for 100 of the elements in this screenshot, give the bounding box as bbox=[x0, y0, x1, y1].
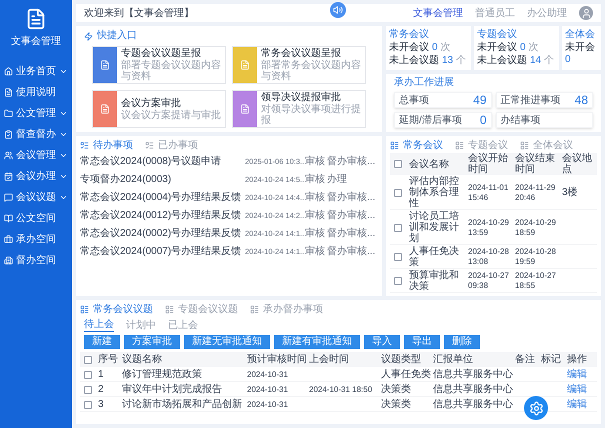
checkbox[interactable] bbox=[394, 253, 402, 261]
tab[interactable]: 常务会议 bbox=[390, 139, 443, 152]
table-cell-text: 讨论新市场拓展和产品创新 bbox=[122, 398, 243, 412]
edit-link[interactable]: 编辑 bbox=[567, 367, 593, 382]
role-link[interactable]: 普通员工 bbox=[475, 6, 515, 20]
shortcut-tile[interactable]: 会议方案审批 议会议方案提请与审批 bbox=[92, 90, 226, 128]
toolbar-button[interactable]: 删除 bbox=[444, 335, 480, 349]
checkbox[interactable] bbox=[394, 277, 402, 285]
subtab[interactable]: 已上会 bbox=[168, 319, 198, 332]
nav-icon bbox=[4, 109, 13, 118]
column-header: 会议结束时间 bbox=[515, 153, 556, 175]
bolt-icon bbox=[84, 32, 93, 40]
stat-unit: 个 bbox=[544, 55, 554, 67]
todo-title[interactable]: 常态会议2024(0007)号办理结果反馈 bbox=[80, 244, 243, 259]
progress-label: 办结事项 bbox=[500, 114, 540, 128]
nav-icon bbox=[4, 172, 13, 181]
subtab[interactable]: 待上会 bbox=[84, 319, 114, 332]
column-header: 会议开始时间 bbox=[468, 153, 509, 175]
tab[interactable]: 常务会议议题 bbox=[80, 303, 153, 316]
tab[interactable]: 承办督办事项 bbox=[250, 303, 323, 316]
tab[interactable]: 待办事项 bbox=[80, 139, 133, 152]
tab-icon bbox=[80, 305, 89, 314]
todo-type: 审核 bbox=[305, 208, 325, 223]
sidebar-item[interactable]: 会议议题 bbox=[0, 187, 72, 208]
progress-label: 总事项 bbox=[399, 94, 429, 108]
app-name: 文事会管理 bbox=[11, 34, 61, 49]
table-cell-text: 修订管理规范政策 bbox=[122, 368, 203, 382]
role-link[interactable]: 办公助理 bbox=[527, 6, 567, 20]
tab-icon bbox=[165, 305, 174, 314]
sidebar-item[interactable]: 督办空间 bbox=[0, 250, 72, 271]
progress-value: 0 bbox=[480, 113, 486, 127]
subtab[interactable]: 计划中 bbox=[126, 319, 156, 332]
nav-icon bbox=[4, 256, 13, 265]
todo-title[interactable]: 常态会议2024(0012)号办理结果反馈 bbox=[80, 208, 243, 223]
table-cell-text: 2024-11-29 20:46 bbox=[515, 182, 556, 202]
column-header: 预计审核时间 bbox=[247, 352, 308, 367]
toolbar-button[interactable]: 新建有审批通知 bbox=[274, 335, 360, 349]
checkbox[interactable] bbox=[84, 370, 92, 378]
todo-title[interactable]: 专项督办2024(0003) bbox=[80, 172, 243, 187]
tab[interactable]: 已办事项 bbox=[145, 139, 198, 152]
column-header: 汇报单位 bbox=[433, 352, 474, 367]
tab-icon bbox=[80, 141, 89, 150]
checkbox[interactable] bbox=[84, 400, 92, 408]
todo-type: 审核 bbox=[305, 172, 325, 187]
role-link[interactable]: 文事会管理 bbox=[413, 6, 463, 20]
todo-title[interactable]: 常态会议2024(0008)号议题申请 bbox=[80, 154, 243, 169]
sidebar-item[interactable]: 公文空间 bbox=[0, 208, 72, 229]
progress-value: 48 bbox=[574, 93, 588, 107]
todo-status: 督办审核... bbox=[327, 226, 376, 241]
tab[interactable]: 全体会议 bbox=[520, 139, 573, 152]
todo-status: 督办审核... bbox=[327, 208, 376, 223]
column-header: 序号 bbox=[98, 352, 119, 367]
sidebar-item[interactable]: 会议办理 bbox=[0, 166, 72, 187]
checkbox[interactable] bbox=[394, 188, 402, 196]
toolbar-button[interactable]: 方案审批 bbox=[124, 335, 180, 349]
table-cell-text: 人事任免类 bbox=[381, 368, 432, 382]
nav-icon bbox=[4, 130, 13, 139]
toolbar-button[interactable]: 导出 bbox=[404, 335, 440, 349]
sidebar-item[interactable]: 公文管理 bbox=[0, 103, 72, 124]
stat-value: 0 bbox=[565, 54, 571, 66]
column-header: 会议地点 bbox=[562, 153, 593, 175]
checkbox[interactable] bbox=[84, 386, 92, 394]
stat-label: 未开会议 bbox=[477, 42, 517, 54]
sidebar-item[interactable]: 业务首页 bbox=[0, 61, 72, 82]
card-title: 专题会议 bbox=[477, 29, 518, 41]
table-cell-text: 2024-10-28 13:08 bbox=[468, 247, 510, 267]
tab-icon bbox=[250, 305, 259, 314]
checkbox[interactable] bbox=[394, 224, 402, 232]
edit-link[interactable]: 编辑 bbox=[567, 382, 593, 397]
sidebar-item[interactable]: 督查督办 bbox=[0, 124, 72, 145]
todo-title[interactable]: 常态会议2024(0002)号办理结果反馈 bbox=[80, 226, 243, 241]
table-cell-text: 2024-10-28 19:59 bbox=[515, 247, 557, 267]
shortcut-tile[interactable]: 领导决议提报审批 对领导决议事项进行提报 bbox=[232, 90, 366, 128]
todo-title[interactable]: 常态会议2024(0004)号办理结果反馈 bbox=[80, 190, 243, 205]
toolbar-button[interactable]: 新建 bbox=[84, 335, 120, 349]
stat-label: 未开会议 bbox=[389, 42, 429, 54]
shortcut-tile[interactable]: 专题会议议题呈报 部署专题会议议题内容与资料 bbox=[92, 46, 226, 84]
edit-link[interactable]: 编辑 bbox=[567, 397, 593, 412]
todo-type: 审核 bbox=[305, 244, 325, 259]
toolbar-button[interactable]: 导入 bbox=[364, 335, 400, 349]
tab-icon bbox=[145, 141, 154, 150]
tile-title: 专题会议议题呈报 bbox=[121, 48, 202, 60]
shortcut-tile[interactable]: 常务会议议题呈报 部署常务会议议题内容与资料 bbox=[232, 46, 366, 84]
progress-value: 49 bbox=[473, 93, 486, 107]
sidebar-item[interactable]: 使用说明 bbox=[0, 82, 72, 103]
tile-subtitle: 议会议方案提请与审批 bbox=[121, 110, 221, 120]
checkbox[interactable] bbox=[394, 160, 402, 168]
tab-icon bbox=[455, 141, 464, 150]
sidebar-item[interactable]: 承办空间 bbox=[0, 229, 72, 250]
tab[interactable]: 专题会议 bbox=[455, 139, 508, 152]
tab[interactable]: 专题会议议题 bbox=[165, 303, 238, 316]
stat-unit: 次 bbox=[528, 42, 539, 54]
sidebar-item[interactable]: 会议管理 bbox=[0, 145, 72, 166]
todo-status: 督办审核... bbox=[327, 244, 376, 259]
nav-icon bbox=[4, 88, 13, 97]
checkbox[interactable] bbox=[84, 356, 92, 364]
toolbar-button[interactable]: 新建无审批通知 bbox=[184, 335, 270, 349]
column-header: 会议名称 bbox=[409, 158, 450, 170]
avatar[interactable] bbox=[579, 6, 593, 20]
table-cell-text: 信息共享服务中心 bbox=[433, 368, 514, 382]
